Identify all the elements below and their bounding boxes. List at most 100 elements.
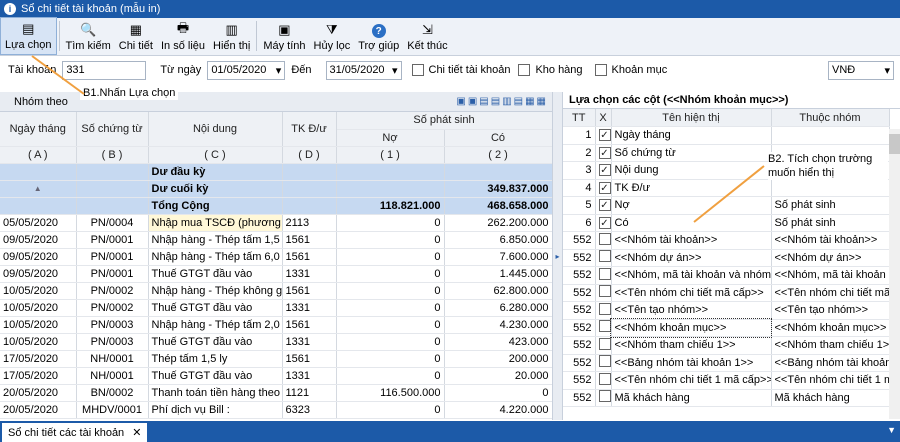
close-icon[interactable]: ✕: [132, 426, 141, 439]
table-row[interactable]: 10/05/2020 PN/0002 Nhập hàng - Thép không …: [0, 282, 552, 300]
list-item[interactable]: 1 Ngày tháng: [563, 126, 890, 145]
account-input[interactable]: [62, 60, 147, 80]
row-number: 552: [563, 231, 596, 250]
row-number: 1: [563, 126, 596, 145]
table-row[interactable]: 09/05/2020 PN/0001 Nhập hàng - Thép tấm 6,…: [0, 248, 552, 266]
col-tt[interactable]: TT: [563, 109, 596, 127]
list-item[interactable]: 6 CóSố phát sinh: [563, 214, 890, 232]
table-row[interactable]: 20/05/2020 MHDV/0001 Phí dịch vụ Bill :632…: [0, 401, 552, 419]
column-visible-checkbox[interactable]: [598, 199, 610, 212]
table-cell: 0: [336, 282, 445, 300]
column-visible-checkbox[interactable]: [598, 355, 610, 368]
detail-account-checkbox[interactable]: [411, 64, 424, 76]
column-display-name: Số chứng từ: [611, 144, 772, 162]
vertical-scrollbar[interactable]: [889, 129, 900, 419]
col-content[interactable]: Nội dung: [148, 112, 283, 147]
select-button[interactable]: ▤ Lựa chọn: [0, 17, 57, 55]
column-group-name: <<Nhóm dự án>>: [771, 249, 890, 267]
print-button[interactable]: 🖶 In số liệu: [157, 17, 209, 55]
currency-select[interactable]: VNĐ ▾: [828, 60, 894, 80]
table-row[interactable]: 05/05/2020 PN/0004 Nhập mua TSCĐ (phương 21…: [0, 214, 552, 232]
chevron-down-icon[interactable]: ▼: [887, 425, 896, 435]
column-visible-checkbox[interactable]: [598, 129, 610, 142]
column-visible-checkbox[interactable]: [598, 146, 610, 159]
grid-tool-icons[interactable]: ▣▣▤▤▥▤▦▦: [456, 96, 548, 107]
table-cell: Thuế GTGT đầu vào: [148, 265, 283, 283]
table-row[interactable]: 09/05/2020 PN/0001 Thuế GTGT đầu vào 1331 0 1…: [0, 265, 552, 283]
title-bar: i Sổ chi tiết tài khoản (mẫu in): [0, 0, 900, 18]
table-row[interactable]: 10/05/2020 PN/0003 Thuế GTGT đầu vào 1331 0 4…: [0, 333, 552, 351]
item-checkbox[interactable]: [594, 64, 607, 76]
calculator-button[interactable]: ▣ Máy tính: [259, 17, 309, 55]
column-visible-checkbox[interactable]: [598, 181, 610, 194]
help-button[interactable]: ? Trợ giúp: [354, 17, 403, 55]
table-row[interactable]: 17/05/2020 NH/0001 Thuế GTGT đầu vào 1331 0 2…: [0, 367, 552, 385]
col-group[interactable]: Thuộc nhóm: [771, 109, 890, 127]
col-amount: Số phát sinh: [336, 112, 552, 130]
display-button[interactable]: ▥ Hiển thị: [209, 17, 254, 55]
list-item[interactable]: 552 <<Tên tạo nhóm>> <<Tên tạo nhóm>>: [563, 301, 890, 320]
column-display-name: <<Nhóm tham chiếu 1>>: [611, 336, 772, 355]
clear-filter-button[interactable]: ⧩ Hủy lọc: [310, 17, 355, 55]
table-row[interactable]: 10/05/2020 PN/0002 Thuế GTGT đầu vào 1331 0 6…: [0, 299, 552, 317]
warehouse-checkbox[interactable]: [518, 64, 531, 76]
table-cell: 4.220.000: [444, 401, 552, 419]
table-row[interactable]: 10/05/2020 PN/0003 Nhập hàng - Thép tấm 2,…: [0, 316, 552, 334]
table-row[interactable]: 17/05/2020 NH/0001 Thép tấm 1,5 ly 1561 0 200…: [0, 350, 552, 368]
col-date[interactable]: Ngày tháng: [0, 112, 77, 147]
table-cell: 4.230.000: [444, 316, 552, 334]
table-cell: Phí dịch vụ Bill :: [148, 401, 283, 419]
column-visible-checkbox[interactable]: [598, 232, 610, 245]
list-item[interactable]: 552 <<Nhóm khoản mục>> <<Nhóm khoản mục>>: [563, 318, 890, 338]
detail-button[interactable]: ▦ Chi tiết: [115, 17, 157, 55]
column-visible-checkbox[interactable]: [598, 302, 610, 315]
col-credit[interactable]: Có: [444, 129, 552, 147]
table-cell: PN/0003: [76, 333, 149, 351]
chevron-down-icon[interactable]: ▾: [276, 64, 282, 77]
table-cell: 423.000: [444, 333, 552, 351]
column-visible-checkbox[interactable]: [598, 320, 610, 333]
list-item[interactable]: 552 <<Tên nhóm chi tiết mã cấp>> <<Tên nhó…: [563, 284, 890, 302]
table-cell: PN/0003: [76, 316, 149, 334]
column-group-name: [771, 126, 890, 145]
column-visible-checkbox[interactable]: [598, 390, 610, 403]
table-row[interactable]: 20/05/2020 BN/0002 Thanh toán tiền hàng th…: [0, 384, 552, 402]
col-acct[interactable]: TK Đ/ư: [282, 112, 337, 147]
exit-button[interactable]: ⇲ Kết thúc: [403, 17, 451, 55]
column-visible-checkbox[interactable]: [598, 372, 610, 385]
list-item[interactable]: 552 <<Nhóm dự án>> <<Nhóm dự án>>: [563, 249, 890, 267]
table-cell: 17/05/2020: [0, 367, 77, 385]
column-visible-checkbox[interactable]: [598, 250, 610, 263]
table-row[interactable]: 09/05/2020 PN/0001 Nhập hàng - Thép tấm 1,…: [0, 231, 552, 249]
list-item[interactable]: 552 Mã khách hàng Mã khách hàng: [563, 389, 890, 407]
chevron-down-icon[interactable]: ▾: [392, 64, 398, 77]
column-visible-checkbox[interactable]: [598, 337, 610, 350]
scroll-thumb[interactable]: [889, 134, 900, 154]
chevron-down-icon[interactable]: ▾: [884, 64, 890, 77]
column-display-name: Ngày tháng: [611, 126, 772, 145]
column-group-name: <<Tên nhóm chi tiết mã c: [771, 284, 890, 302]
table-cell: PN/0001: [76, 265, 149, 283]
column-visible-checkbox[interactable]: [598, 267, 610, 280]
column-visible-checkbox[interactable]: [598, 164, 610, 177]
list-item[interactable]: 552 <<Nhóm tài khoản>> <<Nhóm tài khoản>>: [563, 231, 890, 250]
col-display-name[interactable]: Tên hiện thị: [611, 109, 772, 127]
col-x[interactable]: X: [595, 109, 612, 127]
column-visible-checkbox[interactable]: [598, 216, 610, 229]
list-item[interactable]: 552 <<Bảng nhóm tài khoản 1>> <<Bảng nhóm …: [563, 354, 890, 372]
col-voucher[interactable]: Số chứng từ: [76, 112, 149, 147]
column-visible-checkbox[interactable]: [598, 285, 610, 298]
to-date-field[interactable]: 31/05/2020 ▾: [325, 60, 402, 80]
list-item[interactable]: 552 <<Nhóm, mã tài khoản và nhóm mã<<Nhóm…: [563, 266, 890, 285]
tab-ledger[interactable]: Sổ chi tiết các tài khoản ✕: [2, 423, 148, 442]
search-button[interactable]: 🔍 Tìm kiếm: [62, 17, 115, 55]
table-cell: 17/05/2020: [0, 350, 77, 368]
list-item[interactable]: 4 TK Đ/ư: [563, 179, 890, 197]
sort-up-icon[interactable]: ▲: [0, 180, 77, 198]
list-item[interactable]: 5 NợSố phát sinh: [563, 196, 890, 215]
from-date-field[interactable]: 01/05/2020 ▾: [207, 60, 286, 80]
col-debit[interactable]: Nợ: [336, 129, 445, 147]
list-item[interactable]: 552 <<Nhóm tham chiếu 1>> <<Nhóm tham chiế…: [563, 336, 890, 355]
list-item[interactable]: 552 <<Tên nhóm chi tiết 1 mã cấp>> <<Tên n…: [563, 371, 890, 390]
splitter-handle[interactable]: ▸: [552, 92, 562, 420]
